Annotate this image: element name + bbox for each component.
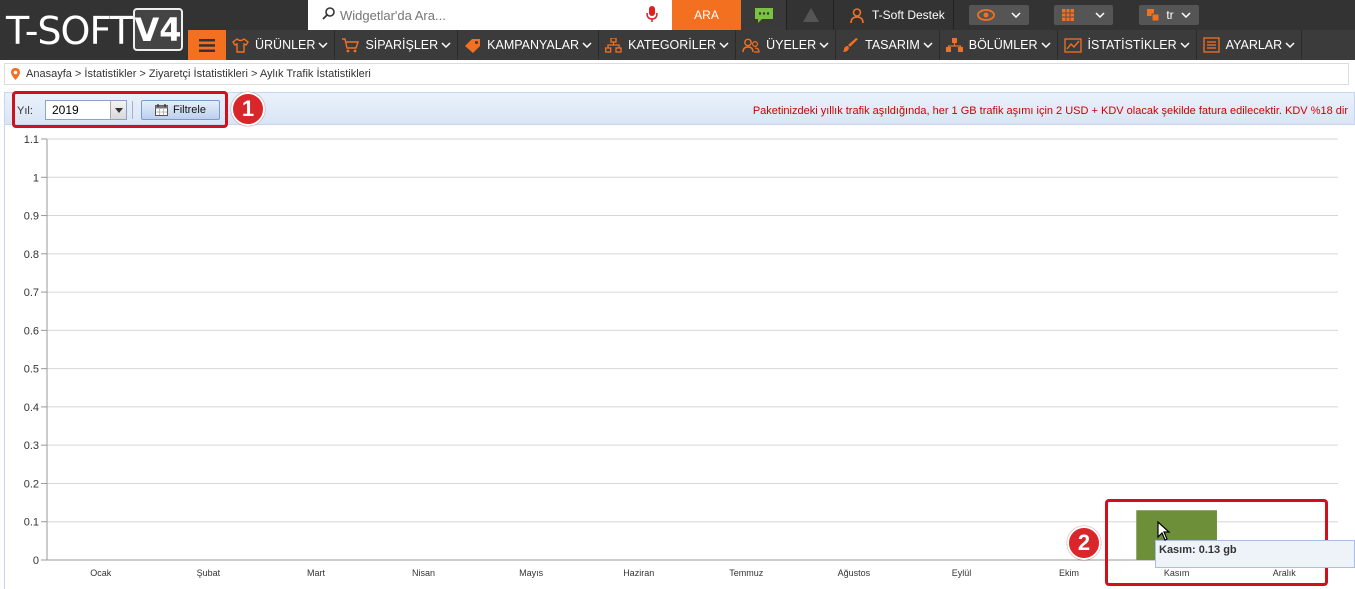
chevron-down-icon [1095,12,1105,18]
annotation-marker: 2 [1067,526,1101,560]
notifications-button[interactable] [788,0,834,30]
nav-item-design[interactable]: TASARIM [836,30,940,60]
blocks-icon [945,37,963,52]
x-tick-label: Mart [307,568,325,578]
annotation-box-filter [12,91,228,128]
preview-dropdown[interactable] [969,5,1029,25]
search-icon [322,7,335,20]
nav-item-members[interactable]: ÜYELER [736,30,837,60]
y-tick-label: 0.9 [24,211,39,223]
nav-label: ÜYELER [766,38,817,52]
nav-label: TASARIM [865,38,920,52]
x-tick-label: Eylül [952,568,972,578]
microphone-icon[interactable] [646,6,658,23]
user-icon [850,7,864,23]
search-bar [308,0,672,30]
chart-tooltip: Kasım: 0.13 gb [1155,540,1355,568]
x-tick-label: Mayıs [519,568,544,578]
chevron-down-icon [441,42,451,48]
chevron-down-icon [1041,42,1051,48]
nav-item-settings[interactable]: AYARLAR [1197,30,1303,60]
nav-item-campaigns[interactable]: KAMPANYALAR [458,30,600,60]
nav-item-statistics[interactable]: İSTATİSTİKLER [1058,30,1197,60]
tooltip-text: Kasım: 0.13 gb [1159,544,1237,556]
language-value: tr [1166,8,1174,22]
support-label: T-Soft Destek [872,8,945,22]
y-tick-label: 0.7 [24,287,39,299]
y-tick-label: 0 [33,555,39,567]
chevron-down-icon [1285,42,1295,48]
breadcrumb-text[interactable]: Anasayfa > İstatistikler > Ziyaretçi İst… [26,68,371,80]
menu-toggle-button[interactable] [188,30,226,60]
language-dropdown[interactable]: tr [1139,5,1199,25]
chevron-down-icon [1180,42,1190,48]
nav-label: SİPARİŞLER [365,38,439,52]
chevron-down-icon [582,42,592,48]
annotation-marker: 1 [231,92,265,126]
y-tick-label: 0.1 [24,517,39,529]
chevron-down-icon [819,42,829,48]
grid-icon [1062,9,1074,21]
chart-icon [1063,37,1082,53]
nav-label: İSTATİSTİKLER [1087,38,1177,52]
language-icon [1147,9,1159,21]
nav-label: KATEGORİLER [628,38,717,52]
main-nav: ÜRÜNLER SİPARİŞLER KAMPANYALAR KATEGORİL… [188,30,1355,60]
y-tick-label: 0.6 [24,325,39,337]
sitemap-icon [605,37,622,53]
y-tick-label: 1 [33,172,39,184]
y-tick-label: 0.4 [24,402,39,414]
nav-label: BÖLÜMLER [968,38,1038,52]
chevron-down-icon [719,42,729,48]
nav-item-orders[interactable]: SİPARİŞLER [335,30,459,60]
messages-button[interactable] [741,0,787,30]
logo-badge: V4 [133,8,183,51]
nav-label: KAMPANYALAR [487,38,580,52]
y-tick-label: 1.1 [24,134,39,146]
y-tick-label: 0.2 [24,478,39,490]
tag-icon [465,38,481,53]
brush-icon [843,37,859,52]
chevron-down-icon [1181,12,1191,18]
y-tick-label: 0.5 [24,364,39,376]
x-tick-label: Ocak [90,568,112,578]
chevron-down-icon [923,42,933,48]
search-input[interactable] [340,5,640,25]
apps-dropdown[interactable] [1054,5,1113,25]
nav-item-categories[interactable]: KATEGORİLER [599,30,737,60]
x-tick-label: Temmuz [729,568,764,578]
location-pin-icon [11,68,20,80]
search-button[interactable]: ARA [672,0,741,30]
x-tick-label: Nisan [412,568,435,578]
cart-icon [342,37,360,52]
logo-badge-text: V4 [134,10,182,49]
support-link[interactable]: T-Soft Destek [836,0,954,30]
warning-icon [802,8,819,22]
chat-icon [754,8,773,23]
mouse-cursor-icon [1157,521,1171,541]
x-tick-label: Ekim [1059,568,1079,578]
eye-icon [977,9,995,21]
x-tick-label: Şubat [197,568,221,578]
breadcrumb: Anasayfa > İstatistikler > Ziyaretçi İst… [4,63,1349,85]
logo-text: T-SOFT [6,9,133,53]
y-tick-label: 0.8 [24,249,39,261]
traffic-notice: Paketinizdeki yıllık trafik aşıldığında,… [752,105,1348,117]
x-tick-label: Haziran [623,568,654,578]
nav-label: AYARLAR [1225,38,1283,52]
nav-label: ÜRÜNLER [255,38,316,52]
logo[interactable]: T-SOFT V4 [0,0,188,60]
x-tick-label: Ağustos [838,568,871,578]
chevron-down-icon [318,42,328,48]
nav-item-sections[interactable]: BÖLÜMLER [940,30,1058,60]
sliders-icon [1203,37,1220,53]
y-tick-label: 0.3 [24,440,39,452]
chevron-down-icon [1011,12,1021,18]
users-icon [742,38,760,53]
nav-item-products[interactable]: ÜRÜNLER [226,30,336,60]
hamburger-icon [199,38,215,52]
shirt-icon [232,37,249,53]
